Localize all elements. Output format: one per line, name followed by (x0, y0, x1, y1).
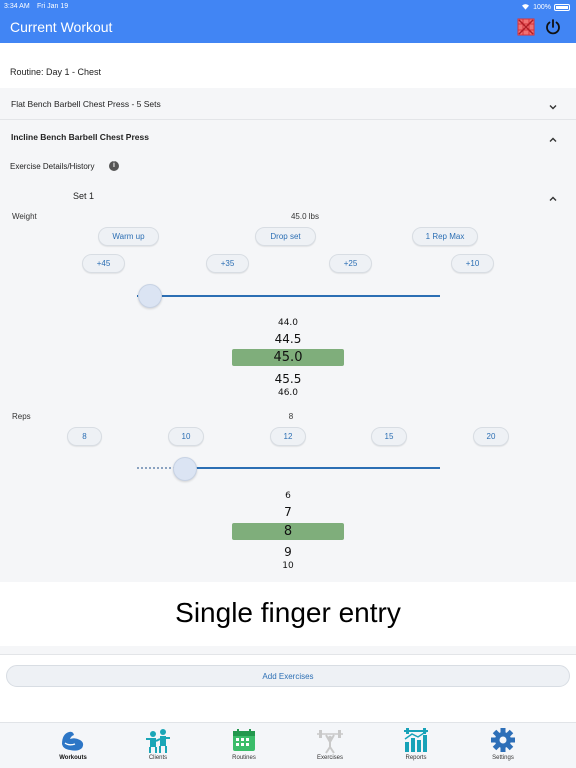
exercise-row-flat-bench[interactable]: Flat Bench Barbell Chest Press - 5 Sets (0, 88, 576, 119)
power-icon[interactable] (544, 18, 562, 36)
reps-picker-item[interactable]: 7 (232, 505, 344, 519)
chevron-up-icon[interactable] (548, 132, 558, 142)
exercise-name: Flat Bench Barbell Chest Press - 5 Sets (11, 99, 161, 109)
panel-footer (0, 646, 576, 654)
reps-picker-item[interactable]: 6 (232, 491, 344, 501)
reps-label: Reps (12, 412, 31, 421)
weight-slider-thumb[interactable] (138, 284, 163, 308)
reps-picker-selected[interactable]: 8 (232, 524, 344, 539)
reps-15-button[interactable]: 15 (371, 427, 407, 446)
reps-value: 8 (288, 412, 294, 421)
battery-percent: 100% (533, 4, 551, 11)
status-time: 3:34 AM (4, 3, 30, 10)
chevron-down-icon[interactable] (548, 99, 558, 110)
reps-12-button[interactable]: 12 (270, 427, 306, 446)
add-35-button[interactable]: +35 (206, 254, 249, 273)
nav-clients[interactable]: Clients (128, 723, 188, 768)
weight-picker-selected[interactable]: 45.0 (232, 350, 344, 365)
weight-value: 45.0 lbs (290, 212, 320, 221)
exercise-details-label[interactable]: Exercise Details/History (10, 162, 94, 171)
arm-icon (59, 726, 87, 754)
nav-routines[interactable]: Routines (214, 723, 274, 768)
bottom-nav: Workouts Clients Routines Exercises Repo… (0, 722, 576, 768)
wifi-icon (521, 3, 530, 12)
add-10-button[interactable]: +10 (451, 254, 494, 273)
chevron-up-icon[interactable] (548, 191, 558, 201)
drop-set-button[interactable]: Drop set (255, 227, 316, 246)
nav-settings[interactable]: Settings (473, 723, 533, 768)
set-label: Set 1 (73, 191, 95, 201)
nav-label: Clients (148, 755, 168, 761)
weight-picker-item[interactable]: 44.0 (232, 318, 344, 328)
battery-icon (554, 4, 570, 11)
nav-label: Reports (405, 755, 427, 761)
reps-picker-item[interactable]: 9 (232, 545, 344, 559)
routine-label: Routine: Day 1 - Chest (10, 67, 102, 77)
add-exercises-button[interactable]: Add Exercises (6, 665, 570, 687)
barbell-icon (316, 726, 344, 754)
reports-icon (402, 726, 430, 754)
info-icon[interactable]: i (109, 161, 119, 171)
grid-icon[interactable] (517, 18, 535, 36)
nav-reports[interactable]: Reports (386, 723, 446, 768)
reps-10-button[interactable]: 10 (168, 427, 204, 446)
add-45-button[interactable]: +45 (82, 254, 125, 273)
page-title: Current Workout (10, 19, 113, 35)
reps-8-button[interactable]: 8 (67, 427, 102, 446)
status-date: Fri Jan 19 (37, 3, 69, 10)
add-25-button[interactable]: +25 (329, 254, 372, 273)
exercise-name: Incline Bench Barbell Chest Press (11, 132, 149, 142)
nav-label: Routines (232, 755, 256, 761)
app-header: 3:34 AM Fri Jan 19 100% Current Workout (0, 0, 576, 43)
weight-picker-item[interactable]: 45.5 (232, 372, 344, 386)
clients-icon (144, 726, 172, 754)
gear-icon (489, 726, 517, 754)
weight-slider-track[interactable] (137, 295, 440, 297)
weight-label: Weight (12, 212, 37, 221)
weight-picker-item[interactable]: 44.5 (232, 332, 344, 346)
nav-exercises[interactable]: Exercises (300, 723, 360, 768)
one-rep-max-button[interactable]: 1 Rep Max (412, 227, 478, 246)
nav-label: Exercises (316, 755, 343, 761)
calendar-icon (230, 726, 258, 754)
warm-up-button[interactable]: Warm up (98, 227, 159, 246)
nav-workouts[interactable]: Workouts (43, 723, 103, 768)
banner-text: Single finger entry (175, 597, 401, 628)
exercise-row-incline-bench[interactable]: Incline Bench Barbell Chest Press (0, 120, 576, 153)
reps-slider-track[interactable] (185, 467, 440, 469)
reps-20-button[interactable]: 20 (473, 427, 509, 446)
nav-label: Settings (492, 755, 514, 761)
reps-picker-item[interactable]: 10 (232, 561, 344, 571)
weight-picker-item[interactable]: 46.0 (232, 388, 344, 398)
nav-label: Workouts (59, 755, 87, 761)
divider (0, 654, 576, 655)
status-battery: 100% (521, 3, 570, 12)
